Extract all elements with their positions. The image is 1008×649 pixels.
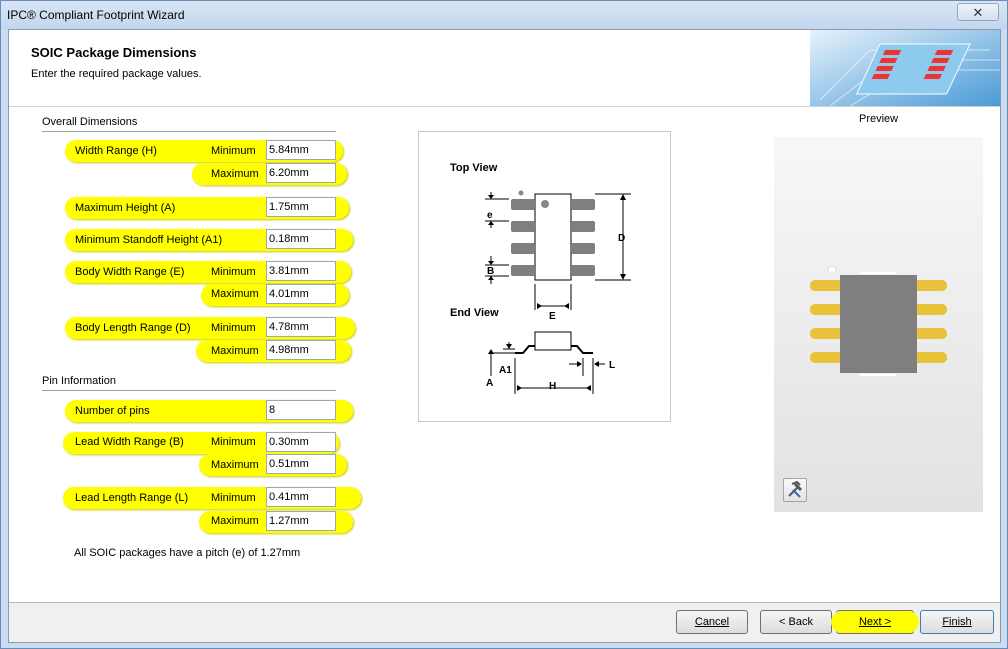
page-subtitle: Enter the required package values. [31,68,202,80]
lead-width-label: Lead Width Range (B) [75,436,184,448]
title-bar: IPC® Compliant Footprint Wizard ✕ [1,1,1007,29]
dim-label-b: B [487,266,494,277]
body-width-min-input[interactable]: 3.81mm [266,261,336,281]
preview-label: Preview [859,113,899,125]
lead-width-max-input[interactable]: 0.51mm [266,454,336,474]
body-length-max-input[interactable]: 4.98mm [266,340,336,360]
body-width-min-label: Minimum [211,266,256,278]
wizard-client: SOIC Package Dimensions Enter the requir… [8,29,1001,643]
wizard-footer: Cancel < Back Next > Finish [9,602,1000,642]
width-min-label: Minimum [211,145,256,157]
pitch-note: All SOIC packages have a pitch (e) of 1.… [74,547,301,559]
lead-width-max-label: Maximum [211,459,259,471]
soic-dimension-diagram: Top View e B D E End View A1 A H L [418,131,671,422]
next-button-label: Next > [858,616,892,628]
page-title: SOIC Package Dimensions [31,45,197,60]
body-width-max-input[interactable]: 4.01mm [266,284,336,304]
wrench-hammer-icon[interactable] [783,478,807,502]
body-width-max-label: Maximum [211,288,259,300]
width-max-label: Maximum [211,168,259,180]
lead-length-label: Lead Length Range (L) [75,492,189,504]
num-pins-label: Number of pins [75,405,150,417]
window-title: IPC® Compliant Footprint Wizard [7,8,185,22]
close-button[interactable]: ✕ [957,3,999,21]
end-view-label: End View [450,307,499,319]
lead-length-max-input[interactable]: 1.27mm [266,511,336,531]
lead-width-min-label: Minimum [211,436,256,448]
footprint-preview [774,137,983,512]
width-min-input[interactable]: 5.84mm [266,140,336,160]
dim-label-a: A [486,378,493,389]
top-view-label: Top View [450,162,498,174]
dim-label-e-body: E [549,311,556,322]
max-height-input[interactable]: 1.75mm [266,197,336,217]
body-length-min-label: Minimum [211,322,256,334]
cancel-button[interactable]: Cancel [676,610,748,634]
section-divider [42,131,336,132]
min-standoff-input[interactable]: 0.18mm [266,229,336,249]
close-icon: ✕ [972,5,984,20]
back-button[interactable]: < Back [760,610,832,634]
wizard-window: IPC® Compliant Footprint Wizard ✕ SOIC P… [0,0,1008,649]
finish-button[interactable]: Finish [920,610,994,634]
lead-width-min-input[interactable]: 0.30mm [266,432,336,452]
body-length-max-label: Maximum [211,345,259,357]
body-length-label: Body Length Range (D) [75,322,191,334]
wizard-header: SOIC Package Dimensions Enter the requir… [9,30,1000,107]
lead-length-min-label: Minimum [211,492,256,504]
next-button[interactable]: Next > [831,610,919,634]
dim-label-h: H [549,381,556,392]
min-standoff-label: Minimum Standoff Height (A1) [75,234,223,246]
section-pins-label: Pin Information [42,375,116,387]
wizard-content: Overall Dimensions Width Range (H) Minim… [9,107,1000,602]
width-max-input[interactable]: 6.20mm [266,163,336,183]
dim-label-e: e [487,210,493,221]
dim-label-d: D [618,233,625,244]
body-length-min-input[interactable]: 4.78mm [266,317,336,337]
width-range-label: Width Range (H) [75,145,157,157]
back-button-label: < Back [779,616,813,628]
section-overall-label: Overall Dimensions [42,116,138,128]
banner-graphic [810,30,1000,106]
lead-length-min-input[interactable]: 0.41mm [266,487,336,507]
cancel-button-label: Cancel [694,616,730,628]
max-height-label: Maximum Height (A) [75,202,176,214]
lead-length-max-label: Maximum [211,515,259,527]
dim-label-l: L [609,360,615,371]
body-width-label: Body Width Range (E) [75,266,185,278]
num-pins-input[interactable]: 8 [266,400,336,420]
dim-label-a1: A1 [499,365,512,376]
section-divider [42,390,336,391]
finish-button-label: Finish [942,616,972,628]
